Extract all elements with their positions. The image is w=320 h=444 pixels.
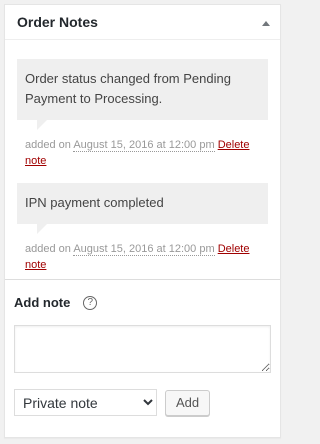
question-circle-icon[interactable]: ? — [83, 295, 98, 310]
add-note-section: Add note ? Private note Add — [5, 279, 280, 416]
note-meta-prefix: added on — [25, 243, 71, 255]
add-note-controls: Private note Add — [14, 389, 271, 416]
order-notes-panel: Order Notes Order status changed from Pe… — [4, 4, 281, 438]
note-textarea[interactable] — [14, 325, 271, 373]
add-note-button[interactable]: Add — [165, 389, 211, 416]
note-date: August 15, 2016 at 12:00 pm — [73, 139, 215, 152]
note-content: Order status changed from Pending Paymen… — [17, 59, 268, 130]
note-item: IPN payment completed added on August 15… — [17, 183, 268, 273]
note-date: August 15, 2016 at 12:00 pm — [73, 243, 215, 256]
collapse-toggle-icon[interactable] — [260, 16, 272, 28]
notes-list: Order status changed from Pending Paymen… — [5, 59, 280, 273]
add-note-heading: Add note ? — [14, 295, 271, 310]
note-type-select[interactable]: Private note — [14, 389, 157, 416]
note-content: IPN payment completed — [17, 183, 268, 234]
note-meta-prefix: added on — [25, 139, 71, 151]
panel-title: Order Notes — [17, 14, 98, 30]
note-meta: added on August 15, 2016 at 12:00 pm Del… — [17, 137, 268, 169]
note-meta: added on August 15, 2016 at 12:00 pm Del… — [17, 241, 268, 273]
panel-header[interactable]: Order Notes — [5, 5, 280, 40]
add-note-label: Add note — [14, 295, 71, 310]
note-item: Order status changed from Pending Paymen… — [17, 59, 268, 169]
